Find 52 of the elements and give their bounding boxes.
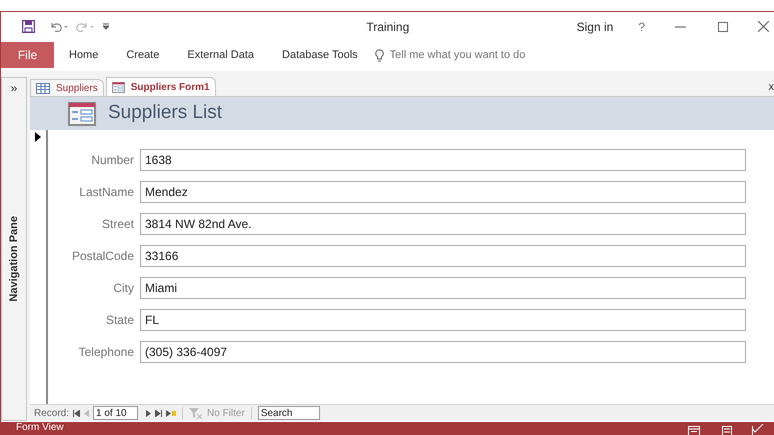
field-label: PostalCode (70, 248, 135, 265)
save-icon[interactable] (22, 20, 35, 33)
field-input[interactable]: Miami (140, 277, 746, 299)
navigation-pane-label: Navigation Pane (7, 216, 21, 302)
customize-icon[interactable] (103, 23, 109, 30)
navigation-pane[interactable]: » Navigation Pane (1, 77, 27, 421)
field-input[interactable]: (305) 336-4097 (140, 341, 746, 363)
layout-view-icon[interactable] (722, 426, 732, 435)
file-tab[interactable]: File (1, 42, 54, 68)
form-icon (112, 82, 125, 92)
field-input[interactable]: 1638 (140, 149, 746, 171)
close-document-button[interactable]: x (768, 79, 774, 96)
field-label: Street (100, 216, 135, 233)
ribbon-tab[interactable]: Create (125, 46, 160, 64)
field-label: LastName (78, 184, 135, 201)
field-input[interactable]: 33166 (140, 245, 746, 267)
last-record-icon[interactable] (155, 410, 162, 416)
document-tab[interactable]: Suppliers Form1 (106, 77, 216, 96)
form-icon (68, 102, 96, 126)
table-icon (36, 82, 50, 94)
field-input[interactable]: 3814 NW 82nd Ave. (140, 213, 746, 235)
field-label: Number (90, 152, 135, 169)
next-record-icon[interactable] (146, 410, 152, 416)
document-tab[interactable]: Suppliers (30, 79, 104, 96)
undo-icon[interactable] (49, 20, 69, 32)
form-view-icon[interactable] (688, 426, 700, 435)
first-record-icon[interactable] (73, 410, 80, 416)
ribbon-tab[interactable]: Database Tools (281, 46, 359, 64)
expand-button[interactable]: » (10, 79, 18, 97)
window-title: Training (366, 18, 410, 36)
field-label: State (104, 312, 135, 329)
ribbon-tab[interactable]: Home (68, 46, 100, 64)
field-label: City (112, 280, 135, 297)
field-input[interactable]: Mendez (140, 181, 746, 203)
help-button[interactable]: ? (638, 18, 645, 36)
record-selector-icon[interactable] (35, 132, 41, 142)
new-record-icon[interactable] (166, 410, 176, 416)
record-position-field[interactable]: 1 of 10 (93, 406, 138, 420)
field-label: Telephone (78, 344, 135, 361)
record-label: Record: (34, 406, 70, 420)
field-input[interactable]: FL (140, 309, 746, 331)
status-text: Form View (16, 422, 65, 434)
search-field[interactable]: Search (258, 406, 320, 420)
ribbon-tab[interactable]: External Data (186, 46, 256, 64)
design-view-icon[interactable] (752, 424, 764, 435)
maximize-icon[interactable] (718, 22, 728, 32)
lightbulb-icon (374, 48, 384, 62)
close-icon[interactable] (758, 21, 769, 32)
sign-in-link[interactable]: Sign in (576, 18, 614, 36)
minimize-icon[interactable] (675, 26, 686, 28)
form-title: Suppliers List (108, 101, 222, 126)
tell-me-field[interactable]: Tell me what you want to do (390, 46, 590, 64)
